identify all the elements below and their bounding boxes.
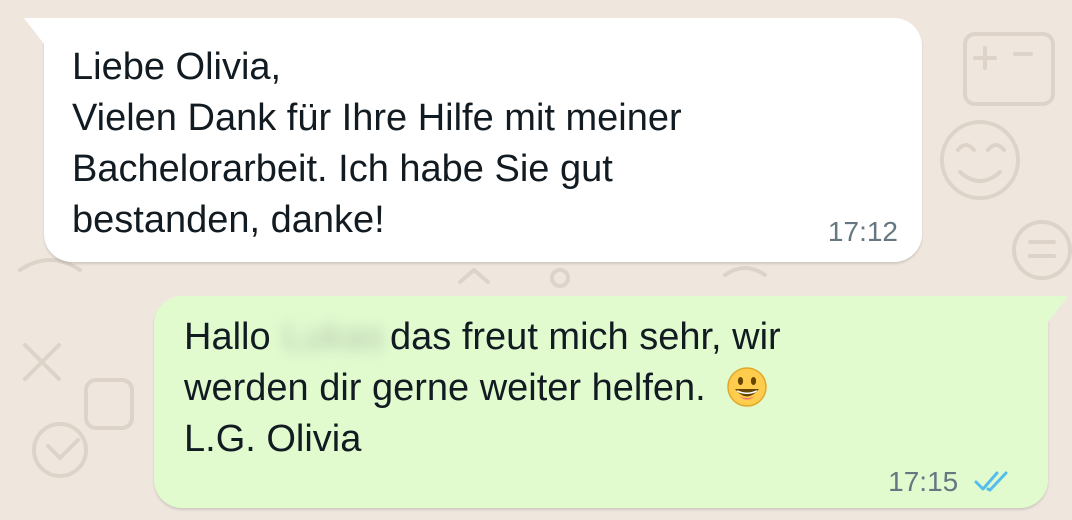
incoming-bubble-tail: [24, 18, 44, 44]
outgoing-message-line-1: Hallo Lukas das freut mich sehr, wir: [184, 312, 781, 363]
outgoing-message-bubble[interactable]: Hallo Lukas das freut mich sehr, wir werde…: [154, 296, 1068, 508]
incoming-message-line-2: Vielen Dank für Ihre Hilfe mit meiner: [72, 97, 682, 139]
grinning-face-emoji-icon: [726, 366, 768, 408]
incoming-message-text: Liebe Olivia, Vielen Dank für Ihre Hilfe…: [72, 42, 682, 246]
outgoing-message-line-3: L.G. Olivia: [184, 418, 362, 460]
message-continuation: das freut mich sehr, wir: [390, 316, 781, 358]
incoming-message-bubble[interactable]: Liebe Olivia, Vielen Dank für Ihre Hilfe…: [24, 18, 922, 262]
incoming-message-line-3: Bachelorarbeit. Ich habe Sie gut: [72, 148, 613, 190]
incoming-message-line-4: bestanden, danke!: [72, 199, 385, 241]
incoming-message-meta: 17:12: [828, 218, 898, 246]
redacted-name: Lukas: [282, 316, 385, 358]
help-offer-text: werden dir gerne weiter helfen.: [184, 367, 706, 409]
outgoing-message-time: 17:15: [888, 466, 959, 497]
outgoing-message-line-2: werden dir gerne weiter helfen.: [184, 363, 781, 414]
incoming-message-line-1: Liebe Olivia,: [72, 46, 282, 88]
double-check-read-icon: [974, 469, 1014, 493]
greeting-text: Hallo: [184, 316, 271, 358]
outgoing-message-meta: 17:15: [888, 468, 1014, 496]
outgoing-message-text: Hallo Lukas das freut mich sehr, wir werde…: [184, 312, 781, 465]
incoming-message-time: 17:12: [827, 216, 898, 247]
outgoing-bubble-tail: [1048, 296, 1068, 322]
